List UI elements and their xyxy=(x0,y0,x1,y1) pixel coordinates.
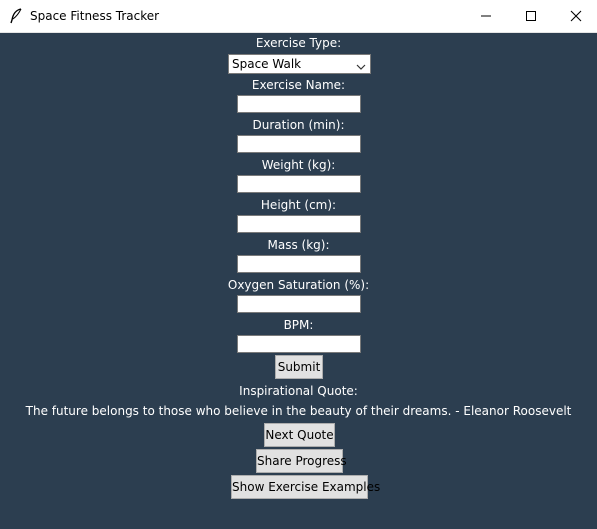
height-label: Height (cm): xyxy=(260,198,337,212)
quote-heading: Inspirational Quote: xyxy=(239,384,358,398)
chevron-down-icon[interactable] xyxy=(355,58,367,70)
submit-button[interactable]: Submit xyxy=(275,355,323,379)
feather-icon xyxy=(9,8,23,24)
share-progress-button[interactable]: Share Progress xyxy=(256,449,347,473)
next-quote-button[interactable]: Next Quote xyxy=(264,423,335,447)
duration-input[interactable] xyxy=(237,135,361,153)
close-icon xyxy=(570,10,582,22)
exercise-type-value: Space Walk xyxy=(232,57,302,71)
weight-input[interactable] xyxy=(237,175,361,193)
close-button[interactable] xyxy=(553,0,597,32)
minimize-icon xyxy=(480,10,492,22)
bpm-input[interactable] xyxy=(237,335,361,353)
maximize-button[interactable] xyxy=(508,0,554,32)
exercise-name-input[interactable] xyxy=(237,95,361,113)
exercise-name-label: Exercise Name: xyxy=(251,78,346,92)
oxygen-saturation-label: Oxygen Saturation (%): xyxy=(227,278,370,292)
maximize-icon xyxy=(525,10,537,22)
duration-label: Duration (min): xyxy=(252,118,345,132)
app-window: Space Fitness Tracker Exercise Type: Spa… xyxy=(0,0,597,529)
minimize-button[interactable] xyxy=(463,0,509,32)
show-exercise-examples-button[interactable]: Show Exercise Examples xyxy=(231,475,380,499)
quote-text: The future belongs to those who believe … xyxy=(25,404,572,418)
mass-input[interactable] xyxy=(237,255,361,273)
window-title: Space Fitness Tracker xyxy=(30,9,160,23)
mass-label: Mass (kg): xyxy=(267,238,330,252)
exercise-type-label: Exercise Type: xyxy=(255,36,342,50)
weight-label: Weight (kg): xyxy=(261,158,336,172)
height-input[interactable] xyxy=(237,215,361,233)
title-bar[interactable]: Space Fitness Tracker xyxy=(0,0,597,33)
exercise-type-select[interactable]: Space Walk xyxy=(228,54,371,74)
oxygen-saturation-input[interactable] xyxy=(237,295,361,313)
bpm-label: BPM: xyxy=(283,318,314,332)
